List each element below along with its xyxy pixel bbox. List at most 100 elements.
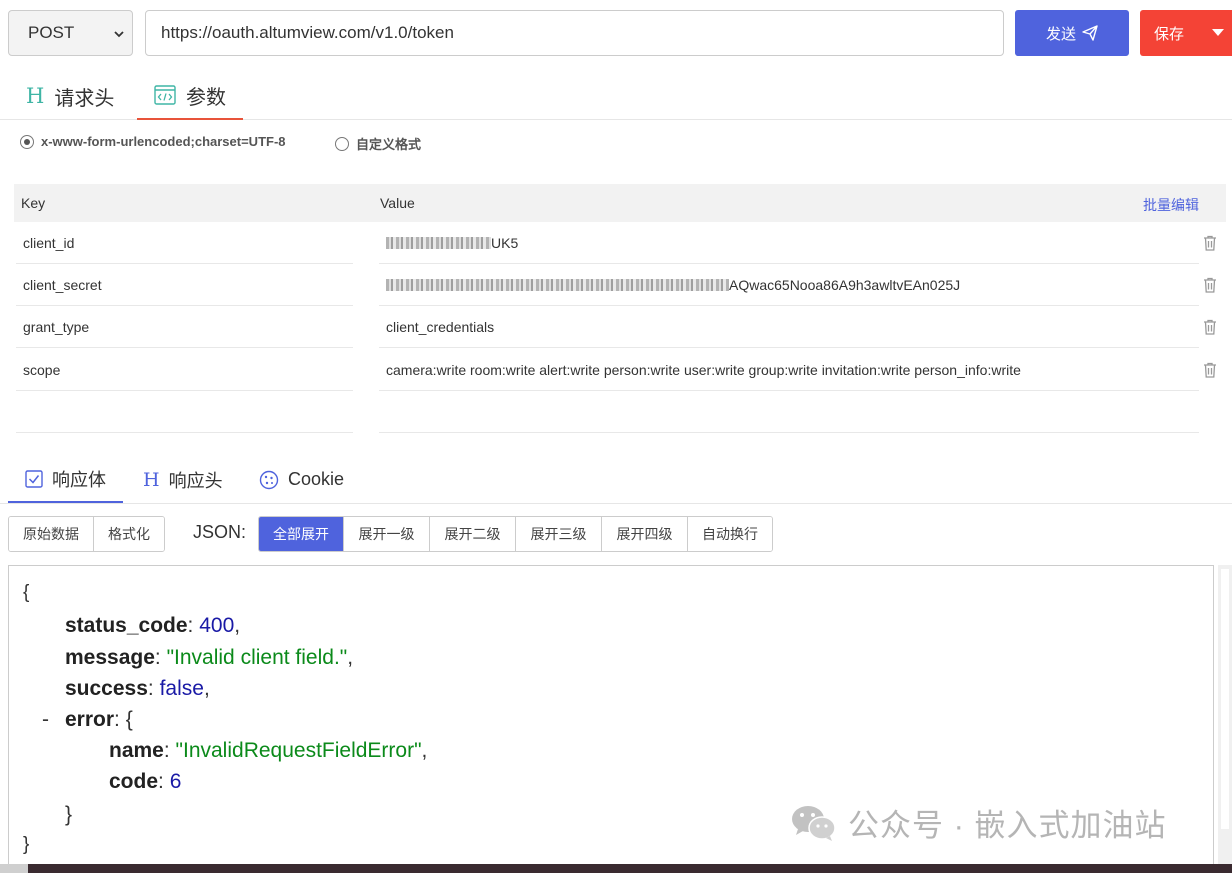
param-value-cell[interactable]: AQwac65Nooa86A9h3awltvEAn025J xyxy=(379,264,1199,306)
request-tabs: H 请求头 参数 xyxy=(0,72,1232,120)
trash-icon[interactable] xyxy=(1203,362,1217,378)
send-label: 发送 xyxy=(1045,25,1076,43)
json-label: JSON: xyxy=(193,522,247,542)
json-key: status_code xyxy=(65,614,188,637)
json-line-message: message: "Invalid client field.", xyxy=(65,646,354,669)
header-h-icon: H xyxy=(143,468,160,491)
bulk-edit-link[interactable]: 批量编辑 xyxy=(1143,195,1199,215)
response-tabs: 响应体 H 响应头 Cookie xyxy=(0,456,1232,504)
param-value-cell[interactable]: UK5 xyxy=(379,222,1199,264)
table-row: client_id UK5 xyxy=(0,222,1232,264)
expand-all-button[interactable]: 全部展开 xyxy=(259,517,344,551)
param-key-cell[interactable]: client_id xyxy=(16,222,353,264)
trash-icon[interactable] xyxy=(1203,235,1217,251)
tab-response-body[interactable]: 响应体 xyxy=(8,456,123,503)
json-number: 400 xyxy=(199,614,235,637)
redacted-text xyxy=(386,279,729,291)
json-key: error xyxy=(65,708,115,731)
window-bottom-edge xyxy=(0,864,1232,873)
json-line-error: error: { xyxy=(65,708,133,731)
redacted-text xyxy=(386,237,491,249)
view-mode-group: 原始数据 格式化 xyxy=(8,516,165,552)
tab-params[interactable]: 参数 xyxy=(137,72,243,120)
json-close-brace: } xyxy=(65,803,73,826)
url-input[interactable] xyxy=(145,10,1004,56)
param-value-input[interactable] xyxy=(379,391,1199,433)
json-line-error-code: code: 6 xyxy=(109,770,182,793)
format-button[interactable]: 格式化 xyxy=(94,517,164,551)
json-collapse-toggle[interactable]: - xyxy=(42,708,49,732)
checkbox-icon xyxy=(25,469,43,488)
tab-label: 参数 xyxy=(186,86,226,109)
param-value-cell[interactable]: camera:write room:write alert:write pers… xyxy=(379,349,1199,391)
caret-down-icon[interactable] xyxy=(1212,29,1224,36)
trash-icon[interactable] xyxy=(1203,319,1217,335)
cookie-icon xyxy=(259,470,279,489)
json-string: "Invalid client field." xyxy=(166,646,348,669)
table-row: scope camera:write room:write alert:writ… xyxy=(0,349,1232,391)
tab-request-headers[interactable]: H 请求头 xyxy=(26,72,114,120)
send-button[interactable]: 发送 xyxy=(1015,10,1129,56)
header-h-icon: H xyxy=(26,84,45,108)
json-key: name xyxy=(109,739,164,762)
table-row: grant_type client_credentials xyxy=(0,306,1232,348)
radio-unchecked-icon xyxy=(335,136,349,151)
method-value: POST xyxy=(28,23,75,42)
expand-level-group: 全部展开 展开一级 展开二级 展开三级 展开四级 自动换行 xyxy=(258,516,773,552)
column-header-key: Key xyxy=(21,195,46,211)
json-number: 6 xyxy=(169,770,182,793)
code-window-icon xyxy=(154,85,176,105)
raw-data-button[interactable]: 原始数据 xyxy=(9,517,94,551)
save-button[interactable]: 保存 xyxy=(1140,10,1232,56)
json-boolean: false xyxy=(159,677,204,700)
param-key-cell[interactable]: client_secret xyxy=(16,264,353,306)
table-row-empty xyxy=(0,391,1232,433)
vertical-scrollbar[interactable] xyxy=(1218,565,1232,865)
expand-level-2-button[interactable]: 展开二级 xyxy=(430,517,516,551)
json-key: code xyxy=(109,770,159,793)
watermark-text: 公众号 · 嵌入式加油站 xyxy=(848,808,1167,843)
word-wrap-button[interactable]: 自动换行 xyxy=(688,517,772,551)
chevron-down-icon xyxy=(114,31,124,38)
param-key-cell[interactable]: scope xyxy=(16,349,353,391)
json-line-status-code: status_code: 400, xyxy=(65,614,241,637)
json-string: "InvalidRequestFieldError" xyxy=(175,739,422,762)
content-type-label: x-www-form-urlencoded;charset=UTF-8 xyxy=(41,134,286,149)
json-close-brace: } xyxy=(23,834,30,855)
params-table-header: Key Value 批量编辑 xyxy=(14,184,1226,222)
radio-checked-icon xyxy=(20,134,34,149)
table-row: client_secret AQwac65Nooa86A9h3awltvEAn0… xyxy=(0,264,1232,306)
watermark: 公众号 · 嵌入式加油站 xyxy=(790,800,1167,845)
json-key: success xyxy=(65,677,148,700)
json-open-brace: { xyxy=(23,582,30,603)
tab-response-headers[interactable]: H 响应头 xyxy=(143,456,223,503)
tab-cookie[interactable]: Cookie xyxy=(259,456,344,503)
param-value-text: UK5 xyxy=(491,235,519,251)
content-type-label: 自定义格式 xyxy=(356,137,422,152)
tab-label: 请求头 xyxy=(54,87,115,110)
param-key-input[interactable] xyxy=(16,391,353,433)
tab-label: 响应体 xyxy=(52,469,106,490)
expand-level-1-button[interactable]: 展开一级 xyxy=(344,517,430,551)
param-value-text: AQwac65Nooa86A9h3awltvEAn025J xyxy=(729,277,961,293)
scrollbar-thumb[interactable] xyxy=(1221,569,1229,829)
expand-level-3-button[interactable]: 展开三级 xyxy=(516,517,602,551)
param-value-cell[interactable]: client_credentials xyxy=(379,306,1199,348)
tab-label: 响应头 xyxy=(168,470,223,491)
json-open-brace: { xyxy=(125,708,133,731)
json-key: message xyxy=(65,646,155,669)
wechat-icon xyxy=(792,805,836,841)
trash-icon[interactable] xyxy=(1203,277,1217,293)
json-line-success: success: false, xyxy=(65,677,210,700)
window-bottom-edge-left xyxy=(0,864,28,873)
save-label: 保存 xyxy=(1154,25,1185,43)
paper-plane-icon xyxy=(1082,25,1098,41)
column-header-value: Value xyxy=(380,195,415,211)
json-line-error-name: name: "InvalidRequestFieldError", xyxy=(109,739,428,762)
param-key-cell[interactable]: grant_type xyxy=(16,306,353,348)
content-type-urlencoded[interactable]: x-www-form-urlencoded;charset=UTF-8 xyxy=(20,134,286,149)
method-select[interactable]: POST xyxy=(8,10,133,56)
tab-label: Cookie xyxy=(288,469,345,489)
expand-level-4-button[interactable]: 展开四级 xyxy=(602,517,688,551)
content-type-custom[interactable]: 自定义格式 xyxy=(335,134,421,153)
